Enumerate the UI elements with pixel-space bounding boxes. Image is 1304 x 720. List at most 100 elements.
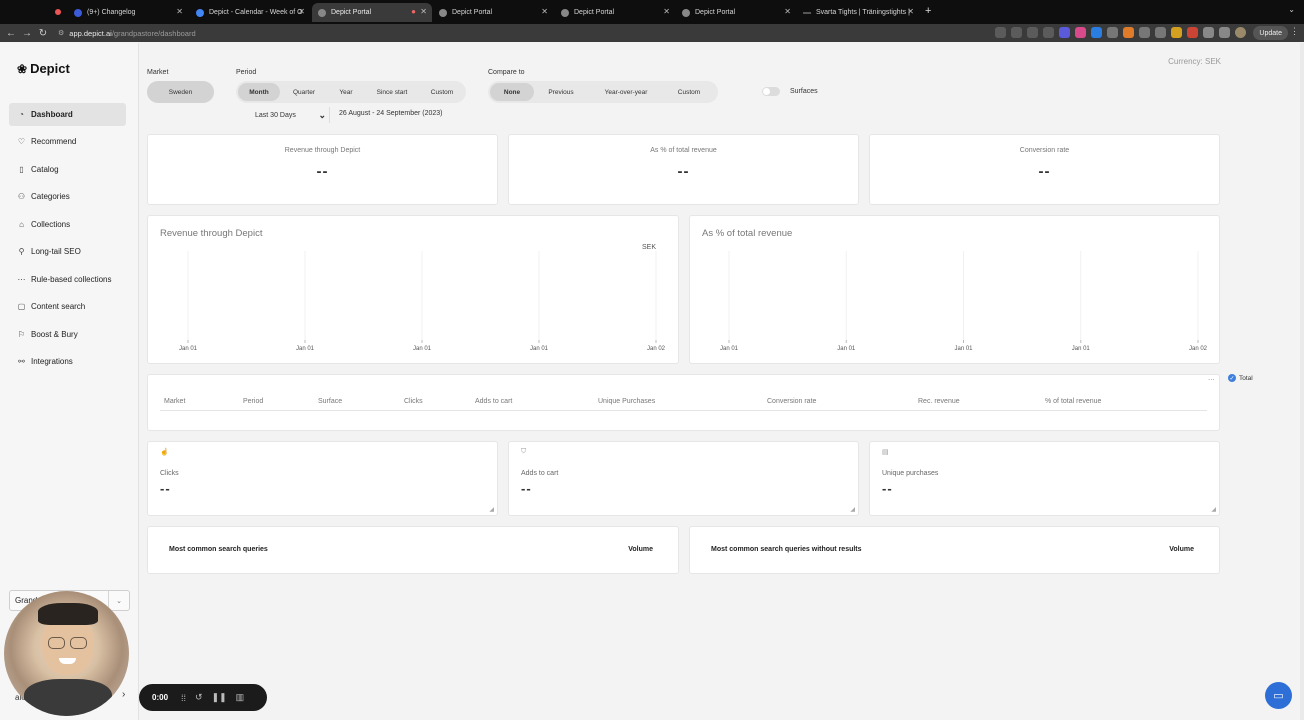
extension-icon[interactable] xyxy=(1139,27,1150,38)
surface-table: Market Period Surface Clicks Adds to car… xyxy=(147,374,1220,431)
zoom-icon[interactable] xyxy=(1011,27,1022,38)
sidebar-item-boost-bury[interactable]: ⚐ Boost & Bury xyxy=(9,323,126,346)
x-tick-label: Jan 01 xyxy=(720,346,739,352)
close-tab-icon[interactable]: ✕ xyxy=(541,7,548,16)
depict-logo[interactable]: ❀ Depict xyxy=(17,61,70,76)
url-field[interactable]: ⚙ app.depict.ai/grandpastore/dashboard xyxy=(58,26,978,40)
chart-card-share: As % of total revenue Jan 01 Jan 01 Jan 01… xyxy=(689,215,1220,364)
sidebar-item-recommend[interactable]: ♡ Recommend xyxy=(9,130,126,153)
period-option-custom[interactable]: Custom xyxy=(420,83,464,101)
metric-card-purchases: ▤ Unique purchases -- ◢ xyxy=(869,441,1220,516)
pointer-icon: ☝ xyxy=(160,449,169,456)
tab-label: Depict Portal xyxy=(452,9,493,16)
range-select[interactable]: Last 30 Days ⌄ xyxy=(248,107,328,123)
extension-icon[interactable] xyxy=(1075,27,1086,38)
address-bar-row: ← → ↻ ⚙ app.depict.ai/grandpastore/dashbo… xyxy=(0,24,1304,42)
browser-tab[interactable]: Depict - Calendar - Week of O ✕ xyxy=(190,3,310,22)
sidebar-item-categories[interactable]: ⚇ Categories xyxy=(9,185,126,208)
sidebar-item-label: Rule-based collections xyxy=(31,275,112,284)
forward-icon[interactable]: → xyxy=(19,28,35,39)
browser-tab[interactable]: Svarta Tights | Träningstights | ✕ xyxy=(797,3,919,22)
close-tab-icon[interactable]: ✕ xyxy=(176,7,183,16)
table-header[interactable]: Unique Purchases xyxy=(598,398,655,405)
table-header[interactable]: Rec. revenue xyxy=(918,398,960,405)
resize-handle-icon[interactable]: ◢ xyxy=(489,506,494,513)
card-title: Most common search queries without resul… xyxy=(711,546,862,553)
site-info-icon[interactable]: ⚙ xyxy=(58,29,64,37)
bookmark-star-icon[interactable] xyxy=(1043,27,1054,38)
table-header[interactable]: Market xyxy=(164,398,185,405)
close-tab-icon[interactable]: ✕ xyxy=(784,7,791,16)
table-header[interactable]: Period xyxy=(243,398,263,405)
table-header[interactable]: Conversion rate xyxy=(767,398,816,405)
collections-icon: ⌂ xyxy=(19,220,24,229)
table-header[interactable]: Clicks xyxy=(404,398,423,405)
more-options-icon[interactable]: ... xyxy=(1208,373,1215,382)
dashboard-icon: ◔ xyxy=(19,110,24,119)
scrollbar[interactable] xyxy=(1300,43,1304,720)
chart-card-revenue: Revenue through Depict SEK Jan 01 Jan 01 J… xyxy=(147,215,679,364)
tab-favicon-icon xyxy=(682,8,690,17)
close-tab-icon[interactable]: ✕ xyxy=(663,7,670,16)
back-icon[interactable]: ← xyxy=(3,28,19,39)
browser-tab-active[interactable]: Depict Portal ● ✕ xyxy=(312,3,432,22)
tab-list-chevron-icon[interactable]: ⌄ xyxy=(1288,5,1295,14)
new-tab-icon[interactable]: + xyxy=(925,5,931,17)
sidebar-item-dashboard[interactable]: ◔ Dashboard xyxy=(9,103,126,126)
extension-icon[interactable] xyxy=(1123,27,1134,38)
sidebar-item-long-tail-seo[interactable]: ⚲ Long-tail SEO xyxy=(9,240,126,263)
browser-tab[interactable]: Depict Portal ✕ xyxy=(433,3,553,22)
card-title: Most common search queries xyxy=(169,546,268,553)
reload-icon[interactable]: ↻ xyxy=(35,28,51,39)
extension-icon[interactable] xyxy=(1155,27,1166,38)
extension-icon[interactable] xyxy=(1059,27,1070,38)
update-button[interactable]: Update xyxy=(1253,26,1288,40)
browser-tab[interactable]: Depict Portal ✕ xyxy=(676,3,796,22)
surfaces-toggle[interactable] xyxy=(762,87,780,96)
table-divider xyxy=(160,410,1207,411)
total-checkbox[interactable]: ✓ Total xyxy=(1228,374,1253,382)
sidepanel-icon[interactable] xyxy=(1219,27,1230,38)
heart-icon: ♡ xyxy=(17,137,26,146)
table-header[interactable]: Adds to cart xyxy=(475,398,512,405)
sidebar-item-collections[interactable]: ⌂ Collections xyxy=(9,213,126,236)
x-tick-label: Jan 02 xyxy=(1189,346,1208,352)
sidebar-item-integrations[interactable]: ⚯ Integrations xyxy=(9,350,126,373)
close-tab-icon[interactable]: ✕ xyxy=(298,7,305,16)
compare-option-year-over-year[interactable]: Year-over-year xyxy=(588,83,664,101)
resize-handle-icon[interactable]: ◢ xyxy=(850,506,855,513)
kpi-card-revenue: Revenue through Depict -- xyxy=(147,134,498,205)
puzzle-icon[interactable] xyxy=(1203,27,1214,38)
browser-menu-icon[interactable]: ⋮ xyxy=(1290,26,1299,37)
install-icon[interactable] xyxy=(995,27,1006,38)
compare-option-none[interactable]: None xyxy=(490,83,534,101)
sidebar-item-content-search[interactable]: ▢ Content search xyxy=(9,295,126,318)
close-tab-icon[interactable]: ✕ xyxy=(907,7,914,16)
browser-tab[interactable]: Depict Portal ✕ xyxy=(555,3,675,22)
period-option-year[interactable]: Year xyxy=(328,83,364,101)
sidebar-item-catalog[interactable]: ▯ Catalog xyxy=(9,158,126,181)
table-header[interactable]: % of total revenue xyxy=(1045,398,1101,405)
compare-option-previous[interactable]: Previous xyxy=(534,83,588,101)
chevron-right-icon[interactable]: › xyxy=(122,689,125,700)
market-select[interactable]: Sweden xyxy=(147,81,214,103)
resize-handle-icon[interactable]: ◢ xyxy=(1211,506,1216,513)
period-label: Period xyxy=(236,69,257,76)
chat-icon[interactable]: ▭ xyxy=(1265,682,1292,709)
metric-value: -- xyxy=(521,481,532,496)
tab-label: (9+) Changelog xyxy=(87,9,136,16)
close-tab-icon[interactable]: ✕ xyxy=(420,7,427,16)
table-header[interactable]: Surface xyxy=(318,398,342,405)
extension-icon[interactable] xyxy=(1171,27,1182,38)
share-icon[interactable] xyxy=(1027,27,1038,38)
browser-tab[interactable]: (9+) Changelog ✕ xyxy=(68,3,188,22)
compare-option-custom[interactable]: Custom xyxy=(664,83,714,101)
extension-icon[interactable] xyxy=(1091,27,1102,38)
period-option-month[interactable]: Month xyxy=(238,83,280,101)
period-option-since-start[interactable]: Since start xyxy=(364,83,420,101)
sidebar-item-rule-based-collections[interactable]: ⋯ Rule-based collections xyxy=(9,268,126,291)
profile-avatar[interactable] xyxy=(1235,27,1246,38)
extension-icon[interactable] xyxy=(1187,27,1198,38)
extension-icon[interactable] xyxy=(1107,27,1118,38)
period-option-quarter[interactable]: Quarter xyxy=(280,83,328,101)
